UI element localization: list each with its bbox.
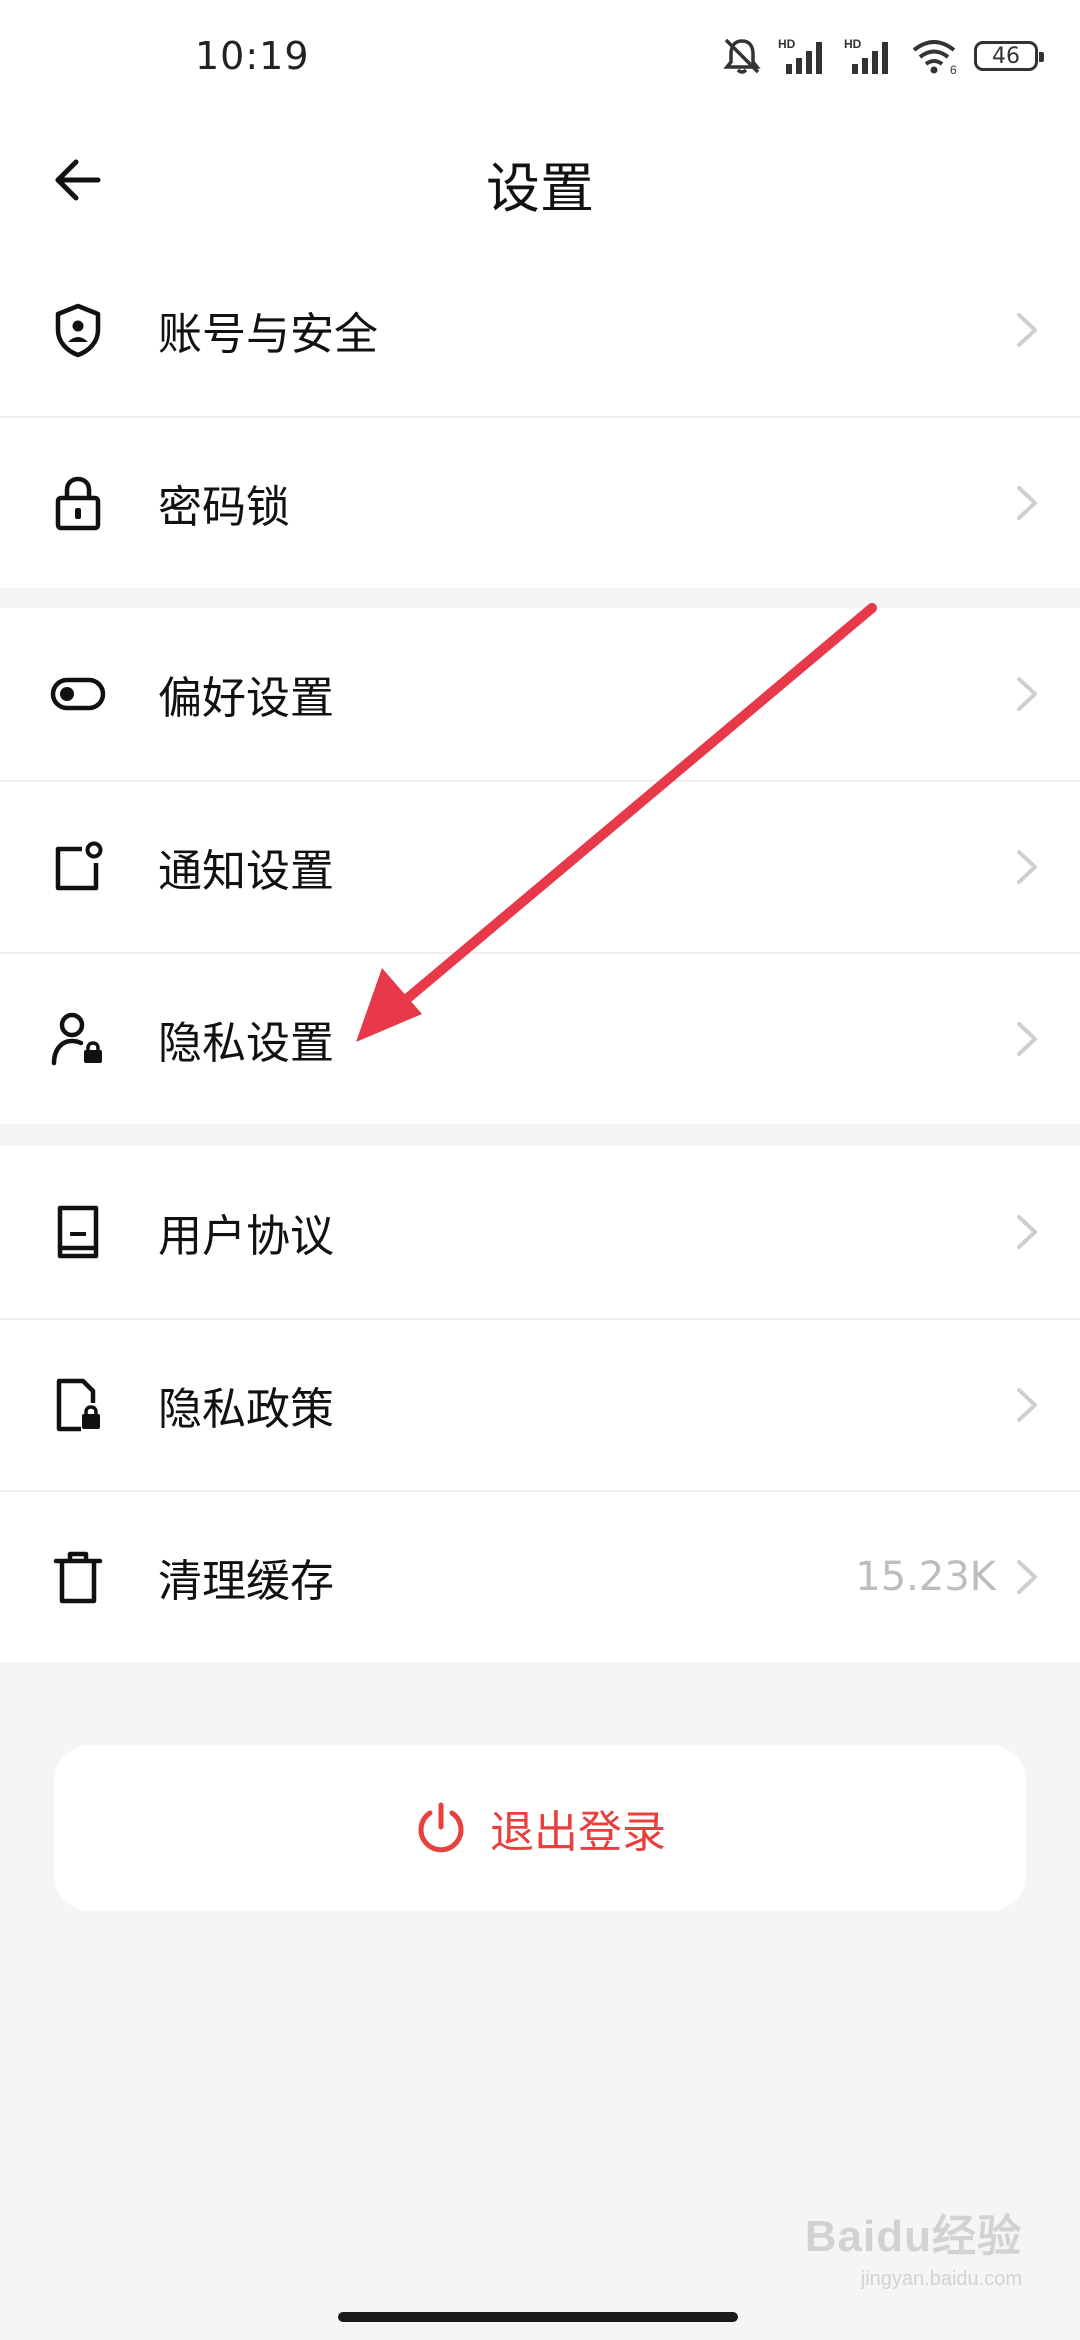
settings-group-preferences: 偏好设置 通知设置 隐私设置 [0,608,1080,1124]
shield-user-icon [48,300,108,360]
settings-item-label: 隐私政策 [158,1384,334,1435]
battery-icon: 46 [974,41,1044,71]
chevron-right-icon [1017,1215,1037,1249]
document-lock-icon [48,1375,108,1435]
settings-group-account: 账号与安全 密码锁 [0,244,1080,588]
hd-signal-icon: HD [844,37,888,74]
battery-level: 46 [992,43,1020,69]
settings-item-label: 清理缓存 [158,1556,334,1607]
chevron-right-icon [1017,313,1037,347]
svg-text:HD: HD [844,37,862,51]
settings-group-about: 用户协议 隐私政策 清理缓存 15.23K [0,1146,1080,1662]
watermark: Baidu经验 jingyan.baidu.com [805,2200,1022,2291]
watermark-brand: Baidu经验 [804,2212,1022,2261]
chevron-right-icon [1017,1560,1037,1594]
svg-text:HD: HD [778,37,796,51]
settings-item-user-agreement[interactable]: 用户协议 [0,1146,1080,1318]
settings-item-preferences[interactable]: 偏好设置 [0,608,1080,780]
arrow-left-icon [55,159,101,201]
chevron-right-icon [1017,1022,1037,1056]
svg-text:6: 6 [950,63,957,76]
power-icon [418,1802,464,1853]
header: 设置 [0,118,1080,244]
mute-bell-icon [723,38,761,74]
watermark-url: jingyan.baidu.com [860,2268,1022,2290]
chevron-right-icon [1017,486,1037,520]
lock-icon [48,473,108,533]
wifi-icon: 6 [912,40,957,76]
hd-signal-icon: HD [778,37,822,74]
status-time: 10:19 [195,34,310,78]
settings-item-label: 账号与安全 [158,309,378,360]
settings-item-privacy-settings[interactable]: 隐私设置 [0,952,1080,1124]
settings-item-label: 密码锁 [158,482,290,533]
settings-item-clear-cache[interactable]: 清理缓存 15.23K [0,1490,1080,1662]
book-icon [48,1202,108,1262]
home-indicator[interactable] [338,2312,738,2322]
status-icons: HD HD 6 46 [720,34,1044,78]
chevron-right-icon [1017,677,1037,711]
settings-item-label: 用户协议 [158,1211,334,1262]
logout-label: 退出登录 [490,1807,666,1858]
cache-size-value: 15.23K [855,1554,996,1600]
back-button[interactable] [36,138,120,222]
settings-item-label: 隐私设置 [158,1018,334,1069]
settings-item-password-lock[interactable]: 密码锁 [0,416,1080,588]
status-bar: 10:19 HD HD 6 46 [0,0,1080,118]
settings-item-notifications[interactable]: 通知设置 [0,780,1080,952]
settings-item-label: 偏好设置 [158,673,334,724]
settings-item-label: 通知设置 [158,846,334,897]
settings-item-privacy-policy[interactable]: 隐私政策 [0,1318,1080,1490]
trash-icon [48,1547,108,1607]
toggle-icon [48,664,108,724]
user-lock-icon [48,1009,108,1069]
chevron-right-icon [1017,1388,1037,1422]
settings-item-account-security[interactable]: 账号与安全 [0,244,1080,416]
chevron-right-icon [1017,850,1037,884]
notification-icon [48,837,108,897]
page-title: 设置 [486,157,594,220]
logout-button[interactable]: 退出登录 [54,1745,1026,1911]
